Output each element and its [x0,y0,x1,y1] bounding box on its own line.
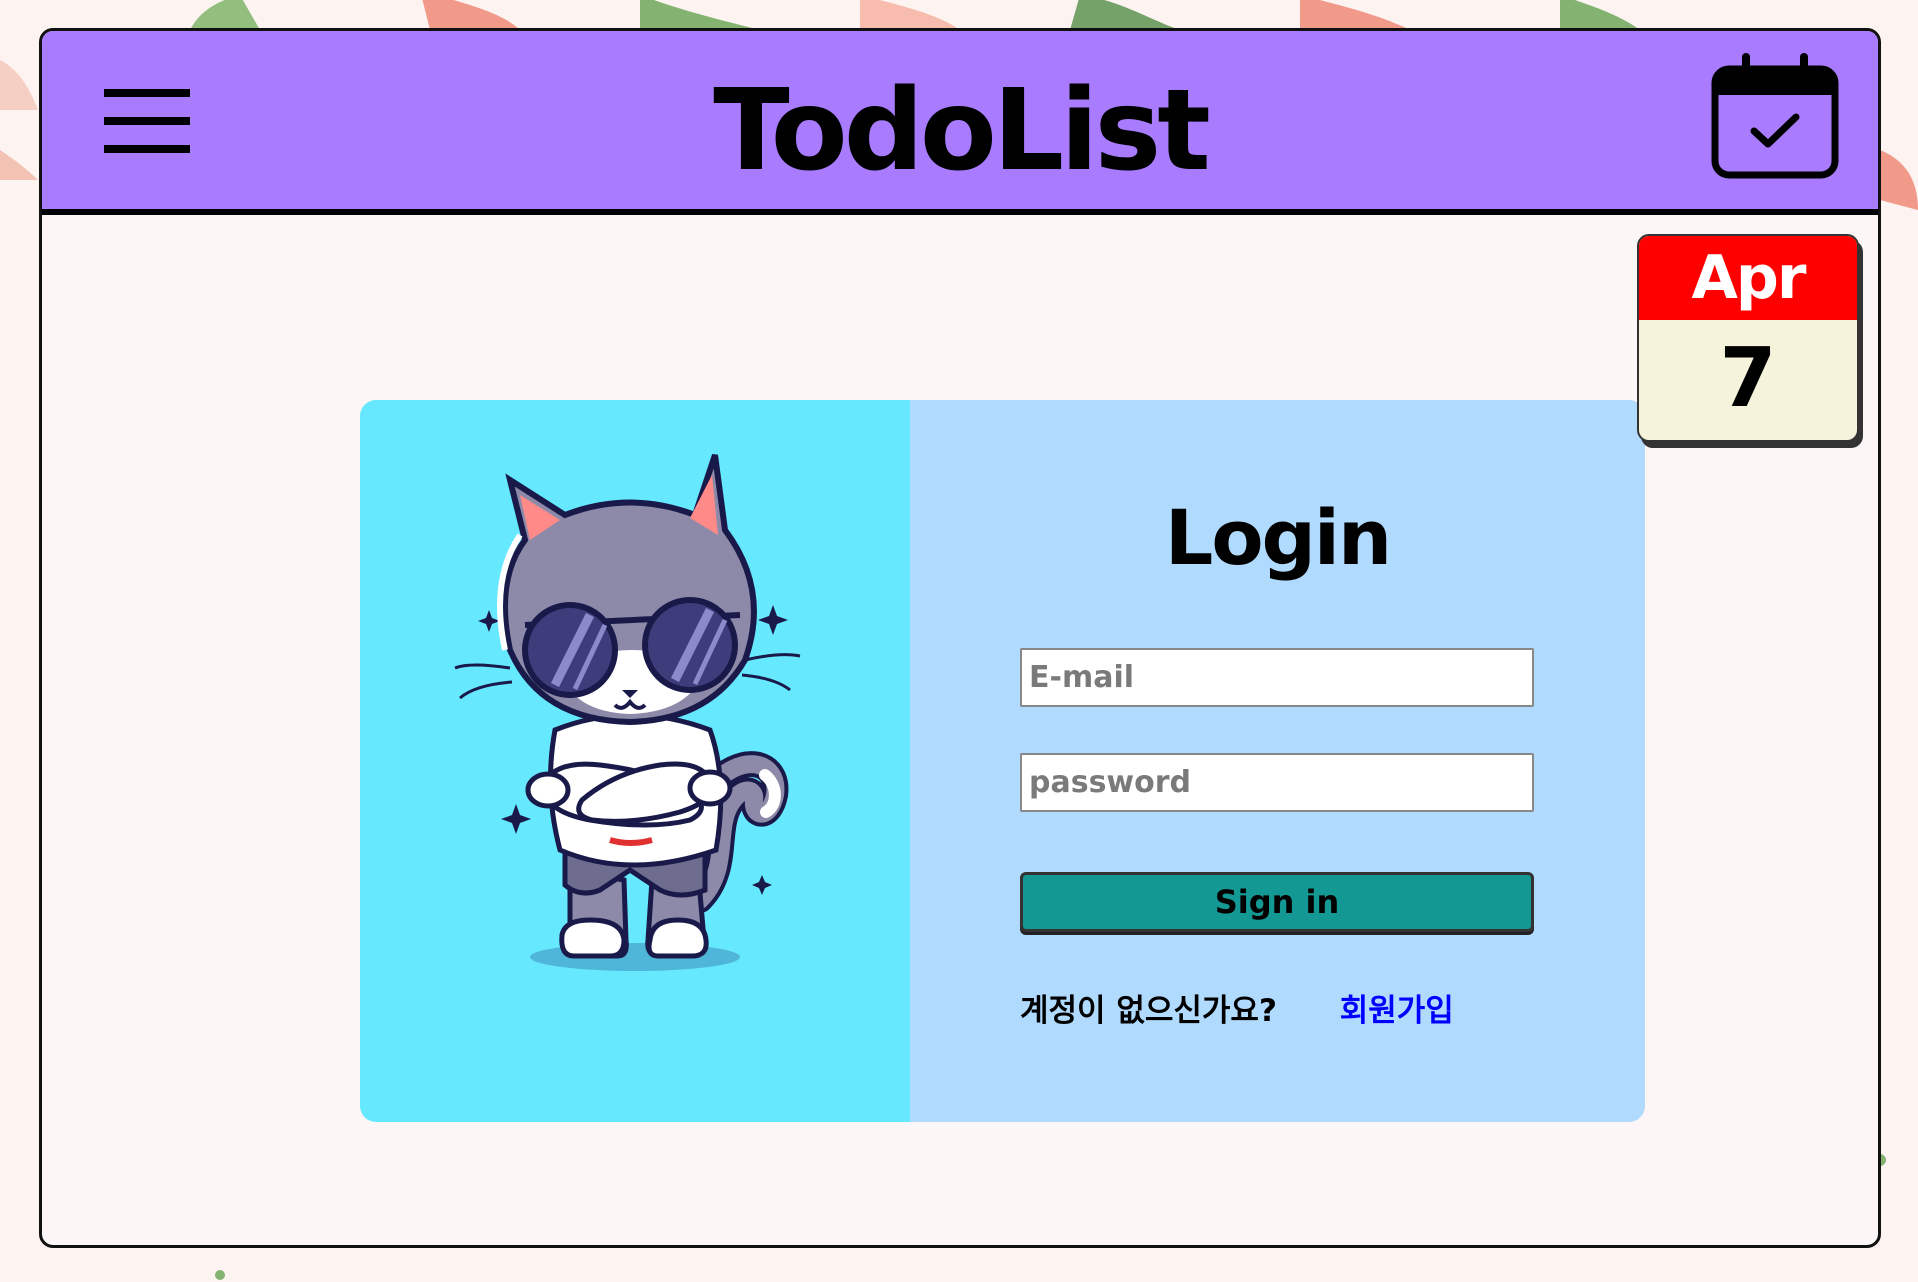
signup-row: 계정이 없으신가요? 회원가입 [1020,996,1454,1027]
illustration-pane [360,400,910,1122]
login-title: Login [1164,493,1392,582]
app-window: TodoList Login E-mail Sign in 계정이 없으신가요?… [39,28,1881,1248]
calendar-check-icon[interactable] [1710,51,1840,181]
sign-in-button[interactable]: Sign in [1020,872,1534,932]
email-input[interactable] [1020,648,1534,707]
date-day: 7 [1719,331,1777,426]
app-header: TodoList [42,31,1878,215]
signup-link[interactable]: 회원가입 [1340,993,1454,1029]
login-form-pane: Login Sign in 계정이 없으신가요? 회원가입 [910,400,1645,1122]
date-month: Apr [1639,236,1857,320]
date-card: Apr 7 [1637,234,1859,442]
login-panel: Login Sign in 계정이 없으신가요? 회원가입 [360,400,1645,1122]
cool-cat-with-sunglasses-icon [454,454,801,971]
password-input[interactable] [1020,753,1534,812]
app-title: TodoList [713,66,1211,196]
signup-prompt: 계정이 없으신가요? [1020,993,1277,1029]
